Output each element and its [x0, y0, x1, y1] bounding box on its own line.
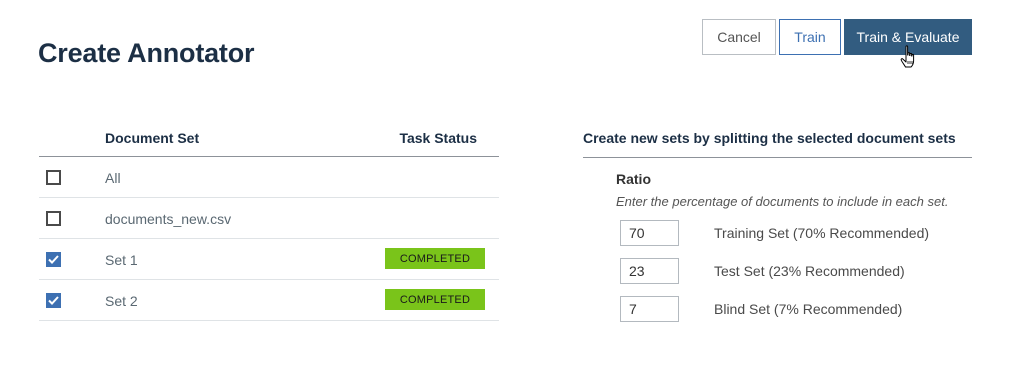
status-badge: COMPLETED	[385, 289, 485, 310]
test-set-row: Test Set (23% Recommended)	[620, 258, 970, 284]
training-set-row: Training Set (70% Recommended)	[620, 220, 970, 246]
test-set-label: Test Set (23% Recommended)	[714, 263, 905, 279]
row-label: documents_new.csv	[105, 211, 232, 227]
training-set-input[interactable]	[620, 220, 679, 246]
ratio-label: Ratio	[616, 171, 651, 187]
table-row[interactable]: documents_new.csv	[39, 198, 499, 239]
train-button[interactable]: Train	[779, 19, 841, 55]
column-header-document-set: Document Set	[105, 130, 200, 146]
table-row[interactable]: Set 1 COMPLETED	[39, 239, 499, 280]
split-panel-heading: Create new sets by splitting the selecte…	[583, 122, 972, 158]
test-set-input[interactable]	[620, 258, 679, 284]
table-header: Document Set Task Status	[39, 122, 499, 157]
hand-pointer-icon	[900, 45, 915, 68]
row-checkbox-documents-new[interactable]	[46, 211, 61, 226]
row-checkbox-set-2[interactable]	[46, 293, 61, 308]
blind-set-label: Blind Set (7% Recommended)	[714, 301, 903, 317]
row-checkbox-all[interactable]	[46, 170, 61, 185]
training-set-label: Training Set (70% Recommended)	[714, 225, 930, 241]
column-header-task-status: Task Status	[399, 130, 477, 146]
checkmark-icon	[48, 255, 59, 264]
cancel-button[interactable]: Cancel	[702, 19, 776, 55]
table-row[interactable]: All	[39, 157, 499, 198]
blind-set-input[interactable]	[620, 296, 679, 322]
row-label: Set 1	[105, 252, 138, 268]
page-title: Create Annotator	[38, 38, 255, 68]
status-badge: COMPLETED	[385, 248, 485, 269]
ratio-help-text: Enter the percentage of documents to inc…	[616, 194, 949, 209]
split-sets-panel: Create new sets by splitting the selecte…	[583, 122, 972, 322]
row-label: All	[105, 170, 121, 186]
row-checkbox-set-1[interactable]	[46, 252, 61, 267]
blind-set-row: Blind Set (7% Recommended)	[620, 296, 970, 322]
document-set-table: Document Set Task Status All documents_n…	[39, 122, 499, 321]
checkmark-icon	[48, 296, 59, 305]
table-row[interactable]: Set 2 COMPLETED	[39, 280, 499, 321]
row-label: Set 2	[105, 293, 138, 309]
